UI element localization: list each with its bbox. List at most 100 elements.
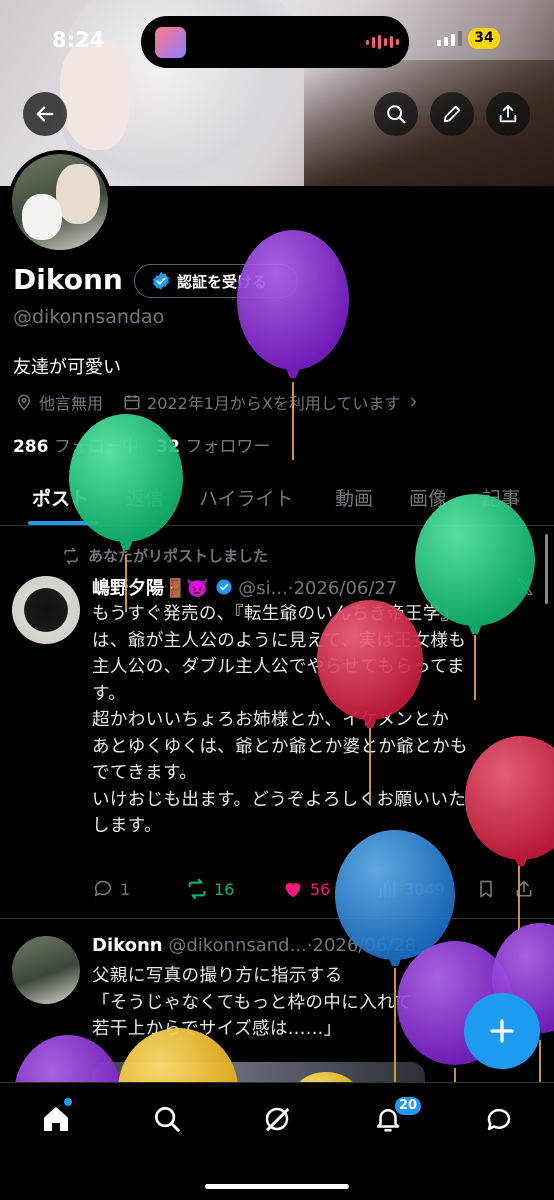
post-date[interactable]: ·2026/06/27	[288, 578, 397, 599]
post-line: は、爺が主人公のように見えて、実は王女様も	[92, 630, 467, 651]
profile-name: Dikonn	[13, 263, 123, 296]
profile-meta: 他言無用 2022年1月からXを利用しています	[15, 390, 420, 414]
reply-count: 1	[120, 879, 131, 899]
post-line: あとゆくゆくは、爺とか爺とか婆とか爺とかも	[92, 736, 468, 757]
search-icon	[155, 1107, 180, 1132]
avatar-image	[12, 154, 108, 250]
post-header: 嶋野夕陽🚪👿 @si...·2026/06/27	[92, 574, 397, 600]
post-line: もうすぐ発売の、『転生爺のいんちき帝王学』	[92, 604, 459, 624]
back-button[interactable]	[23, 92, 67, 136]
chevron-right-icon[interactable]	[406, 395, 420, 409]
edit-button[interactable]	[430, 92, 474, 136]
share-post-button[interactable]	[514, 879, 534, 899]
views-button[interactable]: 3049	[376, 878, 476, 900]
reply-button[interactable]: 1	[92, 878, 186, 900]
post-author-name[interactable]: Dikonn	[92, 935, 163, 956]
post-line: します。	[92, 816, 162, 836]
dynamic-island[interactable]	[141, 16, 409, 68]
profile-location: 他言無用	[39, 394, 104, 413]
compose-post-button[interactable]	[464, 993, 540, 1069]
nav-messages[interactable]	[481, 1101, 517, 1137]
like-count: 56	[310, 879, 331, 899]
grok-icon	[265, 1107, 290, 1132]
profile-joined-date: 2022年1月からXを利用しています	[147, 394, 401, 413]
share-button[interactable]	[486, 92, 530, 136]
post-line: 超かわいいちょろお姉様とか、イケメンとか	[92, 710, 450, 730]
following-label: フォロー中	[53, 437, 139, 457]
heart-icon	[285, 883, 301, 898]
home-unread-dot	[64, 1098, 72, 1106]
post-line: 父親に写真の撮り方に指示する	[92, 966, 343, 986]
profile-bio: 友達が可愛い	[13, 357, 121, 378]
search-button[interactable]	[374, 92, 418, 136]
post-author-handle[interactable]: @si...	[238, 578, 288, 599]
status-time: 8:24	[52, 28, 105, 52]
view-count: 3049	[404, 879, 445, 899]
audio-wave-icon	[366, 35, 399, 49]
bookmark-icon	[480, 880, 492, 898]
followers-link[interactable]: 32 フォロワー	[156, 437, 270, 457]
location-pin-icon	[17, 394, 31, 411]
tab-highlights[interactable]: ハイライト	[199, 484, 294, 511]
post-divider	[0, 918, 554, 919]
pencil-icon	[443, 105, 461, 123]
nav-home[interactable]	[38, 1101, 74, 1137]
profile-tabs: ポスト 返信 ハイライト 動画 画像 記事	[0, 470, 554, 526]
tab-images[interactable]: 画像	[409, 484, 447, 511]
repost-indicator: あなたがリポストしました	[62, 545, 268, 566]
balloon-blue	[335, 830, 455, 1082]
followers-count: 32	[156, 437, 180, 457]
cellular-signal-icon	[437, 31, 462, 46]
home-icon	[44, 1107, 68, 1131]
calendar-icon	[124, 395, 140, 410]
post-body[interactable]: もうすぐ発売の、『転生爺のいんちき帝王学』 は、爺が主人公のように見えて、実は王…	[92, 601, 538, 840]
tab-replies[interactable]: 返信	[126, 484, 164, 511]
post-actions: 1 16 56 3049	[92, 876, 538, 902]
repost-icon	[64, 547, 78, 564]
nav-search[interactable]	[149, 1101, 185, 1137]
get-verified-label: 認証を受ける	[177, 272, 268, 291]
following-count: 286	[13, 437, 49, 457]
tab-articles[interactable]: 記事	[482, 484, 520, 511]
following-link[interactable]: 286 フォロー中	[13, 437, 139, 457]
nav-grok[interactable]	[259, 1101, 295, 1137]
search-icon	[387, 105, 406, 124]
like-button[interactable]: 56	[282, 878, 376, 900]
arrow-left-icon	[36, 106, 54, 122]
follow-stats: 286 フォロー中 32 フォロワー	[13, 432, 270, 457]
battery-indicator: 34	[468, 28, 500, 49]
status-bar: 8:24 34	[0, 0, 554, 80]
profile-avatar[interactable]	[8, 150, 112, 254]
followers-label: フォロワー	[185, 437, 271, 457]
post-author-avatar[interactable]	[12, 936, 80, 1004]
home-indicator[interactable]	[205, 1184, 349, 1189]
post-line: いけおじも出ます。どうぞよろしくお願いいた	[92, 789, 467, 810]
bar-chart-icon	[379, 880, 396, 898]
repost-icon	[188, 878, 206, 900]
post-author-name[interactable]: 嶋野夕陽🚪👿	[92, 578, 209, 599]
now-playing-app-icon	[155, 27, 186, 58]
active-tab-indicator	[28, 521, 98, 525]
bottom-navigation	[0, 1082, 554, 1200]
post-date[interactable]: ·2026/06/28	[307, 935, 416, 956]
repost-indicator-text: あなたがリポストしました	[88, 547, 269, 565]
post-line: でてきます。	[92, 763, 198, 783]
share-icon	[499, 104, 517, 123]
repost-count: 16	[214, 879, 235, 899]
bookmark-button[interactable]	[476, 879, 514, 899]
tab-posts[interactable]: ポスト	[32, 484, 89, 511]
post-author-handle[interactable]: @dikonnsand...	[168, 935, 306, 956]
share-icon	[516, 880, 532, 897]
verified-badge-icon	[153, 272, 169, 290]
plus-icon	[490, 1019, 514, 1043]
post-author-avatar[interactable]	[12, 576, 80, 644]
get-verified-button[interactable]: 認証を受ける	[134, 264, 298, 298]
x-logo-icon: 𝕏	[516, 576, 534, 601]
profile-handle: @dikonnsandao	[13, 306, 165, 328]
chat-bubble-icon	[487, 1108, 511, 1131]
reply-icon	[94, 880, 112, 897]
repost-button[interactable]: 16	[186, 878, 282, 900]
scrollbar[interactable]	[545, 534, 548, 604]
tab-videos[interactable]: 動画	[335, 484, 373, 511]
post-line: 主人公の、ダブル主人公でやらせてもらってま	[92, 657, 465, 677]
